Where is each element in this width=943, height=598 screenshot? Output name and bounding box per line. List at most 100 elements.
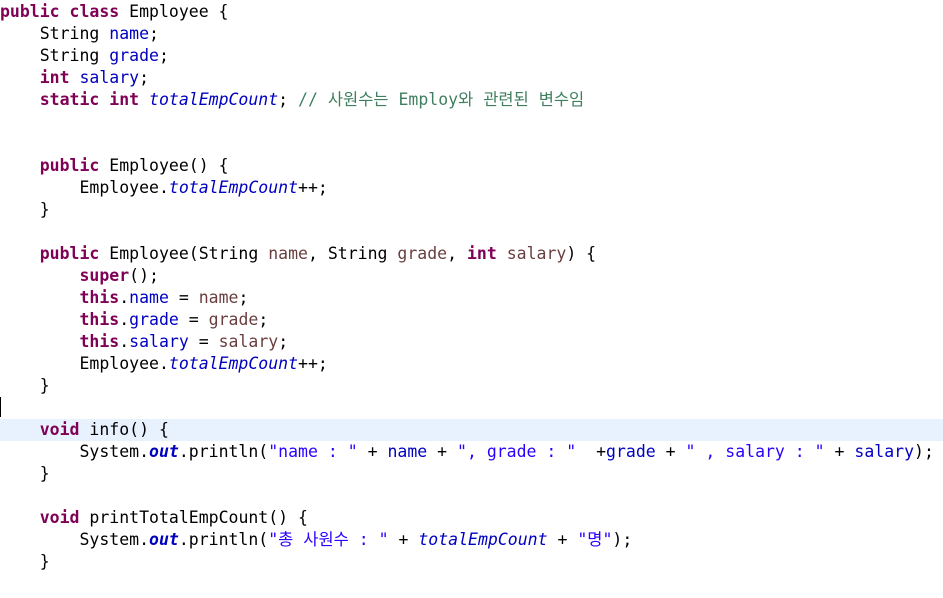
code-token-kw: this	[79, 288, 120, 307]
code-token-prm: salary	[506, 244, 567, 263]
code-token-prm: name	[268, 244, 308, 263]
code-editor[interactable]: public class Employee { String name; Str…	[0, 0, 943, 598]
code-token-plain: );	[914, 442, 934, 461]
code-token-str: "명"	[577, 530, 613, 549]
code-token-sfldb: out	[149, 530, 179, 549]
code-token-cmt: // 사원수는 Employ와 관련된 변수임	[298, 90, 585, 109]
code-token-sfld: totalEmpCount	[418, 530, 548, 549]
code-token-plain: =	[188, 332, 219, 351]
code-token-sfldb: out	[149, 442, 179, 461]
code-token-sfld: totalEmpCount	[149, 90, 279, 109]
code-token-plain: +	[655, 442, 686, 461]
code-line[interactable]: }	[0, 199, 943, 221]
code-token-plain: Employee.	[0, 178, 169, 197]
code-token-kw: public class	[0, 2, 120, 21]
code-line[interactable]: void printTotalEmpCount() {	[0, 507, 943, 529]
code-token-plain: info() {	[79, 420, 169, 439]
code-token-plain: Employee.	[0, 354, 169, 373]
code-token-plain: .println(	[178, 442, 269, 461]
code-token-plain: =	[168, 288, 199, 307]
code-token-plain: String	[0, 46, 110, 65]
code-token-sfld: totalEmpCount	[168, 354, 299, 373]
code-line[interactable]: public Employee(String name, String grad…	[0, 243, 943, 265]
code-line[interactable]	[0, 133, 943, 155]
code-line[interactable]: public class Employee {	[0, 1, 943, 23]
code-line[interactable]: public Employee() {	[0, 155, 943, 177]
code-token-plain: +	[427, 442, 458, 461]
code-token-plain: Employee {	[119, 2, 229, 21]
code-token-kw: static int	[39, 90, 140, 109]
code-token-fld: grade	[109, 46, 159, 65]
code-line[interactable]: System.out.println("총 사원수 : " + totalEmp…	[0, 529, 943, 551]
code-token-plain: .	[119, 288, 130, 307]
code-token-plain: ;	[258, 310, 269, 329]
code-line[interactable]: }	[0, 375, 943, 397]
code-token-kw: this	[79, 332, 120, 351]
code-line[interactable]: Employee.totalEmpCount++;	[0, 177, 943, 199]
code-token-plain: ;	[139, 68, 150, 87]
code-token-plain: printTotalEmpCount() {	[79, 508, 308, 527]
code-token-kw: public	[39, 156, 100, 175]
code-token-fld: salary	[854, 442, 915, 461]
code-line[interactable]	[0, 221, 943, 243]
code-line[interactable]: this.salary = salary;	[0, 331, 943, 353]
code-token-plain: String	[0, 24, 110, 43]
code-token-kw: public	[39, 244, 100, 263]
code-line[interactable]	[0, 485, 943, 507]
code-token-plain: }	[0, 464, 50, 483]
code-token-plain: , String	[308, 244, 398, 263]
code-token-plain: +	[576, 442, 607, 461]
code-token-plain: .println(	[178, 530, 269, 549]
code-line[interactable]: String grade;	[0, 45, 943, 67]
code-token-plain: +	[824, 442, 855, 461]
code-token-plain: ;	[238, 288, 249, 307]
code-token-fld: name	[129, 288, 169, 307]
code-line[interactable]: super();	[0, 265, 943, 287]
code-token-fld: grade	[606, 442, 656, 461]
code-token-plain: System.	[0, 530, 150, 549]
code-token-kw: void	[39, 420, 80, 439]
code-token-fld: name	[109, 24, 150, 43]
code-line[interactable]: }	[0, 463, 943, 485]
code-token-plain: =	[178, 310, 209, 329]
code-line[interactable]: Employee.totalEmpCount++;	[0, 353, 943, 375]
code-line[interactable]: static int totalEmpCount; // 사원수는 Employ…	[0, 89, 943, 111]
code-token-plain: Employee(String	[99, 244, 269, 263]
code-token-plain: ();	[129, 266, 159, 285]
code-token-plain: ;	[278, 332, 289, 351]
code-line[interactable]: System.out.println("name : " + name + ",…	[0, 441, 943, 463]
current-code-line[interactable]: void info() {	[0, 419, 943, 441]
code-token-str: ", grade : "	[457, 442, 577, 461]
code-token-fld: salary	[129, 332, 189, 351]
code-line[interactable]: }	[0, 551, 943, 573]
code-token-plain: System.	[0, 442, 150, 461]
code-token-str: "총 사원수 : "	[268, 530, 389, 549]
code-token-plain: );	[612, 530, 633, 549]
code-line[interactable]	[0, 397, 943, 419]
code-line[interactable]: this.grade = grade;	[0, 309, 943, 331]
code-token-plain: ,	[447, 244, 467, 263]
code-token-sfld: totalEmpCount	[168, 178, 299, 197]
code-token-plain: +	[388, 530, 419, 549]
code-token-str: " , salary : "	[685, 442, 825, 461]
code-token-plain: }	[0, 200, 50, 219]
code-token-plain: ;	[149, 24, 159, 43]
code-token-fld: grade	[129, 310, 179, 329]
code-line[interactable]	[0, 111, 943, 133]
code-token-plain: ;	[158, 46, 169, 65]
code-line[interactable]: int salary;	[0, 67, 943, 89]
code-line[interactable]: this.name = name;	[0, 287, 943, 309]
code-line[interactable]: String name;	[0, 23, 943, 45]
code-token-plain: .	[119, 310, 130, 329]
